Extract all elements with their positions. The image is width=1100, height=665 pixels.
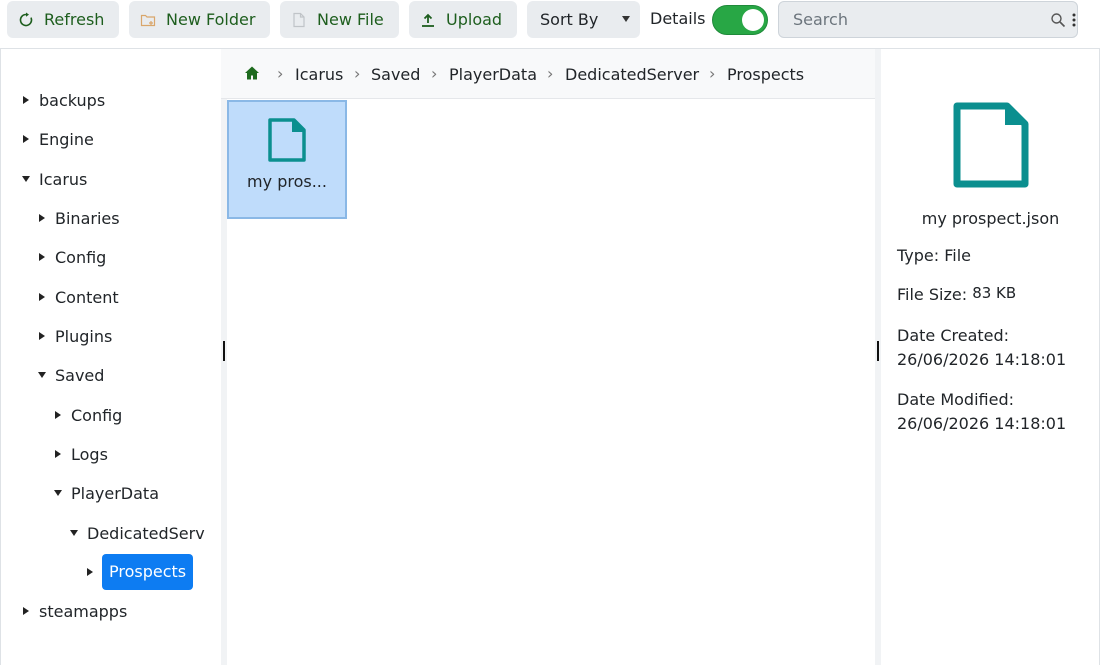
expand-arrow-icon[interactable] (21, 134, 31, 144)
tree-node-backups[interactable]: backups (21, 83, 105, 117)
tree-node-label: Config (71, 405, 123, 425)
upload-button[interactable]: Upload (409, 1, 517, 38)
tree-node-label: Logs (71, 444, 108, 464)
new-file-icon (291, 12, 307, 28)
tree-node-dedicatedserver[interactable]: DedicatedServ (69, 516, 205, 550)
sort-by-label: Sort By (540, 10, 599, 29)
home-icon[interactable] (244, 65, 260, 81)
sort-by-dropdown[interactable]: Sort By (527, 1, 640, 38)
tree-node-label: Icarus (39, 169, 88, 189)
expand-arrow-icon[interactable] (21, 95, 31, 105)
tree-node-engine[interactable]: Engine (21, 122, 94, 156)
tree-node-label: Plugins (55, 326, 113, 346)
upload-icon (420, 12, 436, 28)
tree-node-label: backups (39, 90, 106, 110)
tree-node-steamapps[interactable]: steamapps (21, 594, 127, 628)
expand-arrow-icon[interactable] (21, 606, 31, 616)
file-item[interactable]: my pros... (227, 100, 347, 219)
tree-node-saved[interactable]: Saved (37, 358, 104, 392)
size-value: 83 KB (972, 284, 1017, 302)
collapse-arrow-icon[interactable] (37, 370, 47, 380)
tree-node-config[interactable]: Config (37, 240, 106, 274)
tree-node-icarus[interactable]: Icarus (21, 162, 87, 196)
new-folder-label: New Folder (166, 10, 256, 29)
breadcrumb-item[interactable]: DedicatedServer (565, 65, 699, 84)
refresh-button[interactable]: Refresh (7, 1, 119, 38)
breadcrumb-separator: › (547, 64, 554, 83)
new-file-button[interactable]: New File (280, 1, 399, 38)
tree-node-label: Engine (39, 129, 94, 149)
tree-node-prospects[interactable]: Prospects (85, 554, 194, 590)
tree-node-logs[interactable]: Logs (53, 437, 108, 471)
breadcrumb-separator: › (431, 64, 438, 83)
tree-node-label: Config (55, 247, 107, 267)
new-folder-icon (140, 12, 156, 28)
more-options-icon[interactable] (1071, 12, 1077, 28)
search-input[interactable] (780, 3, 1044, 36)
refresh-label: Refresh (44, 10, 105, 29)
toolbar: Refresh New Folder New File Upload Sort … (0, 0, 1100, 49)
expand-arrow-icon[interactable] (37, 213, 47, 223)
upload-label: Upload (446, 10, 503, 29)
tree-node-playerdata[interactable]: PlayerData (53, 476, 159, 510)
details-type-row: Type: File (897, 244, 971, 268)
tree-node-plugins[interactable]: Plugins (37, 319, 112, 353)
breadcrumb-item[interactable]: PlayerData (449, 65, 537, 84)
details-file-name: my prospect.json (921, 209, 1060, 228)
expand-arrow-icon[interactable] (37, 331, 47, 341)
modified-value: 26/06/2026 14:18:01 (897, 414, 1067, 433)
details-created-row: Date Created: 26/06/2026 14:18:01 (897, 324, 1066, 372)
tree-node-label: PlayerData (71, 483, 159, 503)
tree-node-label: DedicatedServ (87, 523, 205, 543)
tree-node-binaries[interactable]: Binaries (37, 201, 120, 235)
right-resize-handle[interactable] (877, 341, 879, 361)
tree-node-label: steamapps (39, 601, 128, 621)
expand-arrow-icon[interactable] (85, 567, 95, 577)
breadcrumb-item-current[interactable]: Prospects (727, 65, 804, 84)
file-name: my pros... (247, 172, 327, 191)
tree-node-label: Saved (55, 365, 105, 385)
breadcrumb-item[interactable]: Saved (371, 65, 420, 84)
details-panel: my prospect.json Type: File File Size: 8… (881, 49, 1100, 665)
tree-node-content[interactable]: Content (37, 280, 119, 314)
modified-label: Date Modified: (897, 390, 1014, 409)
expand-arrow-icon[interactable] (53, 410, 63, 420)
new-file-label: New File (317, 10, 384, 29)
breadcrumb-separator: › (277, 64, 284, 83)
collapse-arrow-icon[interactable] (53, 488, 63, 498)
breadcrumb: › Icarus › Saved › PlayerData › Dedicate… (221, 49, 875, 99)
file-list: my pros... (227, 99, 875, 665)
breadcrumb-separator: › (354, 64, 361, 83)
file-icon (268, 118, 306, 162)
breadcrumb-separator: › (709, 64, 716, 83)
tree-node-saved-config[interactable]: Config (53, 398, 122, 432)
collapse-arrow-icon[interactable] (69, 528, 79, 538)
new-folder-button[interactable]: New Folder (129, 1, 270, 38)
expand-arrow-icon[interactable] (37, 252, 47, 262)
expand-arrow-icon[interactable] (53, 449, 63, 459)
details-toggle[interactable] (712, 5, 768, 35)
created-label: Date Created: (897, 326, 1010, 345)
created-value: 26/06/2026 14:18:01 (897, 350, 1067, 369)
search-box (778, 1, 1078, 38)
collapse-arrow-icon[interactable] (21, 174, 31, 184)
details-modified-row: Date Modified: 26/06/2026 14:18:01 (897, 388, 1066, 436)
chevron-down-icon (622, 16, 630, 22)
breadcrumb-item[interactable]: Icarus (295, 65, 343, 84)
refresh-icon (18, 12, 34, 28)
details-toggle-label: Details (650, 9, 706, 28)
type-label: Type: (897, 246, 940, 265)
toggle-knob (742, 9, 764, 31)
size-label: File Size: (897, 285, 968, 304)
left-resize-handle[interactable] (223, 341, 225, 361)
tree-node-label: Content (55, 287, 119, 307)
expand-arrow-icon[interactable] (37, 292, 47, 302)
file-icon (953, 102, 1029, 188)
type-value: File (944, 246, 972, 265)
details-size-row: File Size: 83 KB (897, 283, 1016, 307)
folder-tree: backups Engine Icarus Binaries Config Co… (0, 49, 221, 665)
tree-node-label: Prospects (102, 554, 194, 590)
tree-node-label: Binaries (55, 208, 120, 228)
search-icon[interactable] (1050, 12, 1066, 28)
